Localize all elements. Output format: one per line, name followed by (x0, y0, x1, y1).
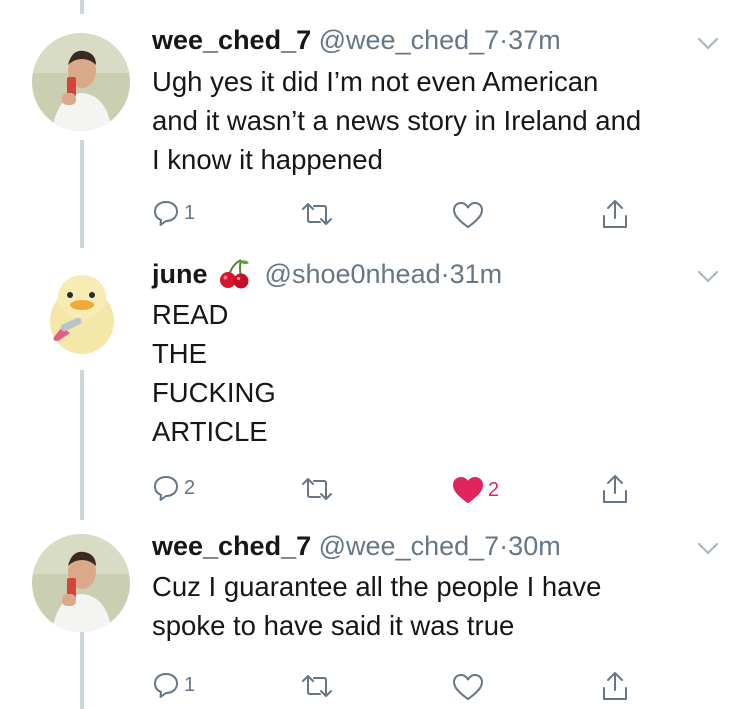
heart-icon (453, 202, 483, 228)
reply-button[interactable]: 1 (152, 671, 195, 699)
display-name[interactable]: june (152, 259, 208, 289)
timestamp[interactable]: 30m (508, 531, 561, 561)
avatar[interactable] (32, 263, 130, 361)
tweet-text: READ THE FUCKING ARTICLE (152, 295, 276, 451)
avatar[interactable] (32, 33, 130, 131)
separator-dot: · (499, 531, 509, 561)
reply-icon (154, 201, 178, 226)
reply-count: 1 (184, 201, 196, 224)
share-button[interactable] (600, 473, 630, 505)
reply-button[interactable]: 1 (152, 199, 195, 227)
tweet-text: Ugh yes it did I’m not even American and… (152, 62, 641, 179)
tweet-text-line: THE (152, 338, 207, 369)
tweet-text-line: Ugh yes it did I’m not even American (152, 66, 599, 97)
tweet[interactable]: wee_ched_7 @wee_ched_7·37m Ugh yes it di… (0, 0, 749, 240)
cherries-emoji-icon (220, 259, 250, 289)
reply-count: 1 (184, 673, 196, 696)
like-count: 2 (488, 478, 500, 501)
tweet-text-line: FUCKING (152, 377, 276, 408)
retweet-button[interactable] (300, 201, 338, 227)
retweet-icon (302, 478, 332, 500)
tweet-text-line: I know it happened (152, 144, 383, 175)
retweet-button[interactable] (300, 476, 338, 502)
reply-icon (154, 673, 178, 698)
retweet-icon (302, 675, 332, 697)
like-button[interactable] (452, 201, 488, 229)
tweet[interactable]: wee_ched_7 @wee_ched_7·30m Cuz I guarant… (0, 520, 749, 709)
user-handle[interactable]: @wee_ched_7 (319, 25, 500, 55)
like-button[interactable]: 2 (452, 476, 499, 504)
share-button[interactable] (600, 670, 630, 702)
like-button[interactable] (452, 673, 488, 701)
tweet-header: wee_ched_7 @wee_ched_7·30m (152, 530, 561, 562)
retweet-icon (302, 203, 332, 225)
tweet-text-line: ARTICLE (152, 416, 268, 447)
heart-filled-icon (453, 477, 483, 503)
display-name[interactable]: wee_ched_7 (152, 531, 311, 561)
chevron-down-icon[interactable] (697, 270, 719, 284)
tweet-header: june @shoe0nhead·31m (152, 257, 502, 290)
share-button[interactable] (600, 198, 630, 230)
display-name[interactable]: wee_ched_7 (152, 25, 311, 55)
tweet-text-line: and it wasn’t a news story in Ireland an… (152, 105, 642, 136)
separator-dot: · (440, 259, 450, 289)
user-handle[interactable]: @wee_ched_7 (319, 531, 500, 561)
tweet-header: wee_ched_7 @wee_ched_7·37m (152, 24, 561, 56)
share-icon (603, 672, 627, 700)
share-icon (603, 200, 627, 228)
chevron-down-icon[interactable] (697, 37, 719, 51)
retweet-button[interactable] (300, 673, 338, 699)
user-handle[interactable]: @shoe0nhead (265, 259, 441, 289)
reply-button[interactable]: 2 (152, 474, 195, 502)
chevron-down-icon[interactable] (697, 542, 719, 556)
tweet-text-line: Cuz I guarantee all the people I have (152, 571, 602, 602)
share-icon (603, 475, 627, 503)
heart-icon (453, 674, 483, 700)
tweet[interactable]: june @shoe0nhead·31m READ THE FUCKING AR… (0, 250, 749, 520)
reply-icon (154, 476, 178, 501)
tweet-text: Cuz I guarantee all the people I have sp… (152, 567, 601, 645)
avatar[interactable] (32, 534, 130, 632)
tweet-text-line: spoke to have said it was true (152, 610, 515, 641)
separator-dot: · (499, 25, 509, 55)
tweet-text-line: READ (152, 299, 229, 330)
reply-count: 2 (184, 476, 196, 499)
timestamp[interactable]: 31m (450, 259, 503, 289)
timestamp[interactable]: 37m (508, 25, 561, 55)
